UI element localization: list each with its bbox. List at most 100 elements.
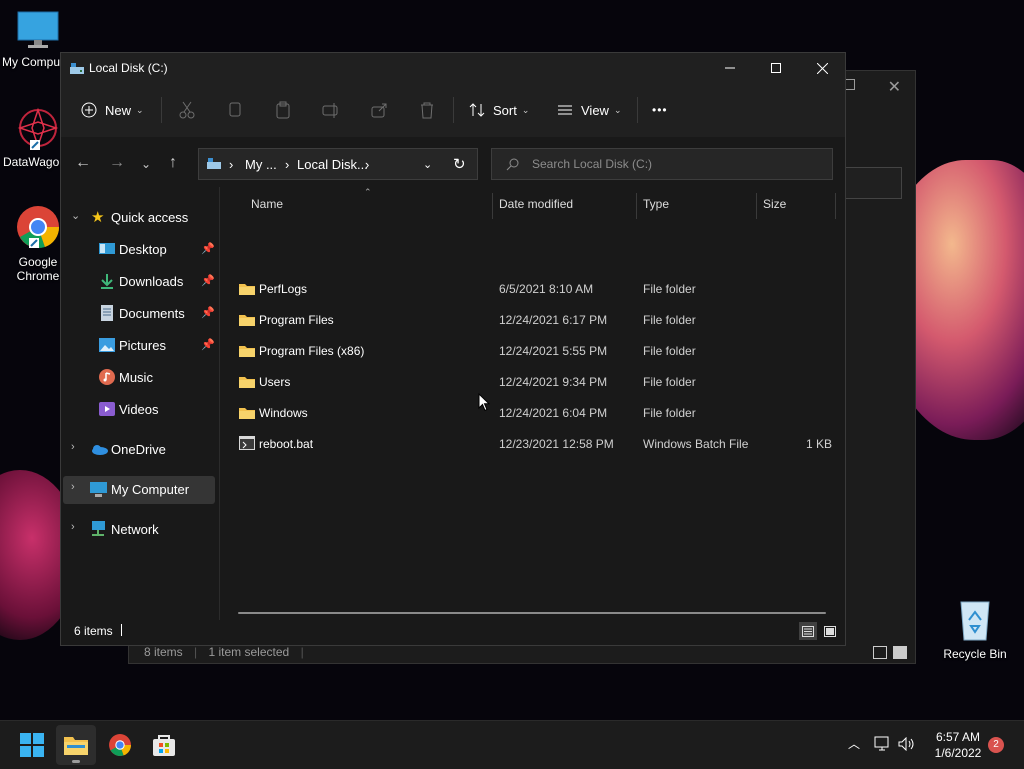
search-box[interactable]: Search Local Disk (C:) [491,148,833,180]
breadcrumb-local-disk[interactable]: Local Disk... [297,157,368,172]
back-arrow-icon[interactable]: ← [75,154,91,172]
sort-button[interactable]: Sort ⌄ [469,97,529,123]
file-date: 12/24/2021 6:04 PM [499,406,608,420]
file-row-perflogs[interactable]: PerfLogs 6/5/2021 8:10 AM File folder [236,274,836,304]
sidebar-item-desktop[interactable]: Desktop 📌 [61,236,216,264]
chevron-right-icon[interactable]: › [71,481,75,493]
taskbar-file-explorer[interactable] [56,725,96,765]
pin-icon[interactable]: 📌 [201,274,215,287]
column-resizer[interactable] [835,193,836,219]
search-icon [506,158,519,171]
volume-icon[interactable] [898,737,916,751]
file-type: File folder [643,313,696,327]
file-date: 12/24/2021 6:17 PM [499,313,608,327]
file-row-program-files[interactable]: Program Files 12/24/2021 6:17 PM File fo… [236,305,836,335]
details-view-icon [802,625,814,637]
address-history-chevron-icon[interactable]: ⌄ [423,158,432,171]
sidebar-item-videos[interactable]: Videos [61,396,216,424]
new-button[interactable]: New ⌄ [81,97,144,123]
file-type: File folder [643,344,696,358]
cloud-icon [92,445,108,455]
sidebar-item-label: Network [111,522,159,537]
sidebar-item-downloads[interactable]: Downloads 📌 [61,268,216,296]
breadcrumb-my-computer[interactable]: My ... [245,157,277,172]
download-arrow-icon [101,274,113,289]
chevron-down-icon: ⌄ [521,104,530,115]
window-title: Local Disk (C:) [89,61,168,75]
column-resizer[interactable] [636,193,637,219]
maximize-button[interactable] [753,53,799,83]
file-row-windows[interactable]: Windows 12/24/2021 6:04 PM File folder [236,398,836,428]
file-row-reboot-bat[interactable]: reboot.bat 12/23/2021 12:58 PM Windows B… [236,429,836,459]
system-clock[interactable]: 6:57 AM 1/6/2022 [928,729,988,761]
network-icon [92,521,105,536]
sidebar-item-music[interactable]: Music [61,364,216,392]
sidebar-item-quick-access[interactable]: ⌄ ★ Quick access [61,204,216,232]
paste-icon[interactable] [274,101,292,119]
notification-badge[interactable]: 2 [988,737,1004,753]
sidebar-item-documents[interactable]: Documents 📌 [61,300,216,328]
search-input[interactable]: Search Local Disk (C:) [532,157,652,171]
toolbar-separator [161,97,162,123]
column-header-name[interactable]: Name [251,197,283,211]
rename-icon[interactable] [322,101,340,119]
close-icon [816,62,828,74]
background-selected-count: 1 item selected [208,645,290,659]
forward-arrow-icon[interactable]: → [109,154,125,172]
chevron-right-icon[interactable]: › [71,521,75,533]
close-icon[interactable]: ✕ [888,77,901,97]
taskbar-microsoft-store[interactable] [144,725,184,765]
chevron-right-icon[interactable]: › [71,441,75,453]
sidebar-item-pictures[interactable]: Pictures 📌 [61,332,216,360]
column-header-size[interactable]: Size [763,197,786,211]
pin-icon[interactable]: 📌 [201,306,215,319]
close-button[interactable] [799,53,845,83]
refresh-icon[interactable]: ↻ [453,155,466,173]
delete-icon[interactable] [418,101,436,119]
sidebar-item-label: Documents [119,306,185,321]
tiles-view-icon[interactable] [893,646,907,659]
chevron-down-icon[interactable]: ⌄ [71,209,80,222]
sidebar-item-network[interactable]: › Network [61,516,216,544]
details-view-button[interactable] [799,622,817,640]
address-bar[interactable]: › My ... › Local Disk... › ⌄ ↻ [198,148,478,180]
desktop-icon [99,243,115,254]
clock-time: 6:57 AM [935,730,981,744]
pin-icon[interactable]: 📌 [201,338,215,351]
navigation-bar: ← → ⌄ ↑ › My ... › Local Disk... › ⌄ ↻ S… [61,137,845,187]
folder-icon [239,284,255,295]
title-bar[interactable]: Local Disk (C:) [61,53,845,83]
minimize-button[interactable] [707,53,753,83]
share-icon[interactable] [370,101,388,119]
item-count: 6 items [74,624,113,638]
taskbar-chrome[interactable] [100,725,140,765]
sidebar-item-my-computer[interactable]: › My Computer [63,476,215,504]
file-row-program-files-x86[interactable]: Program Files (x86) 12/24/2021 5:55 PM F… [236,336,836,366]
horizontal-scrollbar[interactable] [238,612,826,614]
column-resizer[interactable] [492,193,493,219]
up-arrow-icon[interactable]: ↑ [169,154,177,172]
column-header-type[interactable]: Type [643,197,669,211]
large-icons-view-button[interactable] [821,622,839,640]
desktop-icon-recycle-bin[interactable]: Recycle Bin [937,598,1013,661]
clock-date: 1/6/2022 [934,746,982,760]
sidebar-item-label: Pictures [119,338,166,353]
column-resizer[interactable] [756,193,757,219]
video-icon [99,402,115,416]
more-options-button[interactable]: ••• [652,97,668,123]
sidebar-item-onedrive[interactable]: › OneDrive [61,436,216,464]
details-view-icon[interactable] [873,646,887,659]
copy-icon[interactable] [226,101,244,119]
pin-icon[interactable]: 📌 [201,242,215,255]
cut-icon[interactable] [178,101,196,119]
recent-locations-chevron-icon[interactable]: ⌄ [141,157,151,171]
file-row-users[interactable]: Users 12/24/2021 9:34 PM File folder [236,367,836,397]
column-header-date[interactable]: Date modified [499,197,573,211]
sidebar-item-label: Quick access [111,210,189,225]
network-status-icon[interactable] [874,736,892,752]
document-icon [101,305,113,321]
start-button[interactable] [12,725,52,765]
file-explorer-window[interactable]: Local Disk (C:) New ⌄ Sort ⌄ View ⌄ ••• … [60,52,846,646]
view-button[interactable]: View ⌄ [557,97,622,123]
show-hidden-icons-chevron-icon[interactable]: ︿ [848,735,860,752]
